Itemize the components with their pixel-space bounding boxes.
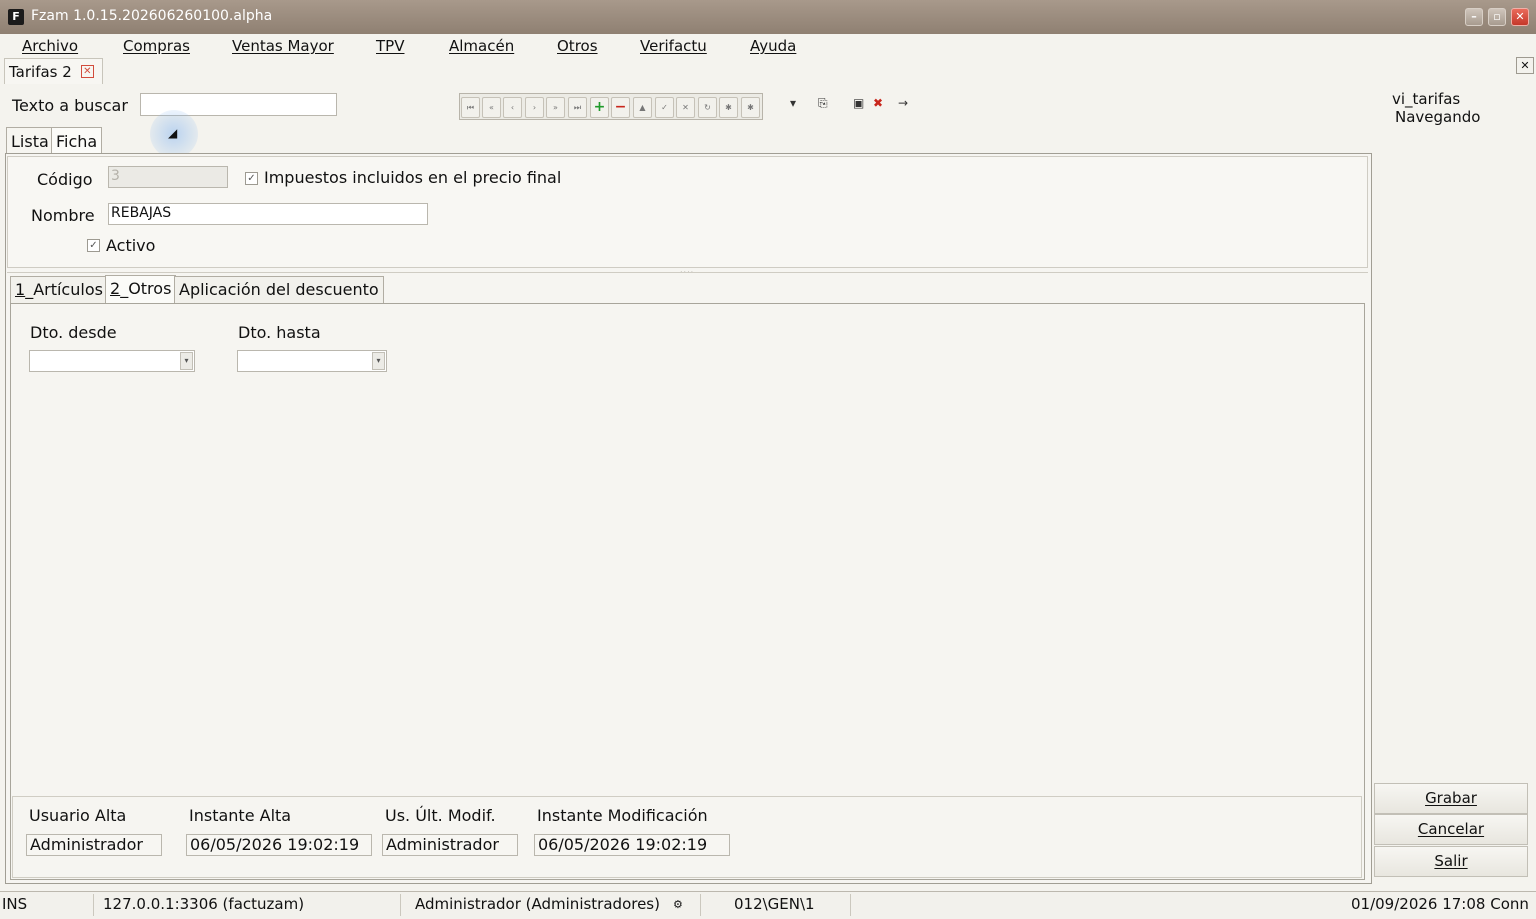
usuario-alta-field: Administrador [26,834,162,856]
nav-next-button[interactable]: › [525,97,544,118]
impuestos-label: Impuestos incluidos en el precio final [264,168,562,187]
nav-post-button[interactable]: ✓ [655,97,674,118]
menu-ayuda[interactable]: Ayuda [750,37,796,55]
app-icon: F [8,9,24,25]
window-title: Fzam 1.0.15.202606260100.alpha [31,8,273,24]
tab-tarifas[interactable]: Tarifas 2 ✕ [4,58,103,84]
grabar-button[interactable]: Grabar [1374,783,1528,814]
nav-last-button[interactable]: ⏭ [568,97,587,118]
activo-label: Activo [106,236,156,255]
dto-desde-select[interactable]: ▾ [29,350,195,372]
cancelar-button[interactable]: Cancelar [1374,814,1528,845]
salir-button[interactable]: Salir [1374,846,1528,877]
nombre-label: Nombre [31,206,95,225]
nav-prev-button[interactable]: ‹ [503,97,522,118]
chevron-down-icon[interactable]: ▾ [372,352,385,370]
view-state: Navegando [1395,108,1481,126]
divider [7,272,1368,273]
dto-desde-label: Dto. desde [30,323,117,342]
dropdown-arrow-icon[interactable]: ▾ [790,96,796,110]
menu-tpv[interactable]: TPV [376,37,404,55]
instante-modif-label: Instante Modificación [537,806,708,825]
menu-verifactu[interactable]: Verifactu [640,37,707,55]
status-user: Administrador (Administradores) [415,895,660,913]
nav-first-button[interactable]: ⏮ [461,97,480,118]
record-navigator: ⏮ « ‹ › » ⏭ + − ▲ ✓ ✕ ↻ ✱ ✱ [459,93,763,120]
title-bar: F Fzam 1.0.15.202606260100.alpha – ▫ ✕ [0,0,1536,34]
nombre-field[interactable]: REBAJAS [108,203,428,225]
tab-articulos-accel: 1 [15,280,26,299]
dto-hasta-label: Dto. hasta [238,323,321,342]
status-datetime: 01/09/2026 17:08 Conn [1351,895,1529,913]
user-settings-icon[interactable]: ⚙ [673,898,683,911]
menu-ventas-mayor[interactable]: Ventas Mayor [232,37,334,55]
status-divider [400,894,401,916]
tab-otros[interactable]: 2_Otros [105,275,177,304]
save-grid-icon[interactable]: ▣ [853,96,864,110]
usuario-alta-label: Usuario Alta [29,806,127,825]
instante-alta-label: Instante Alta [189,806,292,825]
instante-alta-field: 06/05/2026 19:02:19 [186,834,372,856]
us-ult-modif-label: Us. Últ. Modif. [385,806,496,825]
close-tab-icon[interactable]: ✕ [80,65,94,78]
otros-panel [10,303,1365,880]
menu-compras[interactable]: Compras [123,37,190,55]
tab-otros-accel: 2 [110,279,121,298]
nav-delete-button[interactable]: − [611,97,630,118]
delete-grid-icon[interactable]: ✖ [873,96,883,110]
nav-cancel-updates-button[interactable]: ✱ [741,97,760,118]
tab-aplicacion-descuento[interactable]: Aplicación del descuento [174,276,384,303]
close-panel-icon[interactable]: ✕ [1516,57,1534,74]
nav-cancel-button[interactable]: ✕ [676,97,695,118]
tab-articulos-label: _Artículos [25,280,103,299]
menu-bar: Archivo Compras Ventas Mayor TPV Almacén… [0,34,1536,58]
minimize-button[interactable]: – [1465,8,1483,26]
status-divider [850,894,851,916]
status-bar: INS 127.0.0.1:3306 (factuzam) Administra… [0,891,1536,919]
nav-insert-button[interactable]: + [590,97,609,118]
nav-apply-updates-button[interactable]: ✱ [719,97,738,118]
status-path: 012\GEN\1 [734,895,815,913]
nav-refresh-button[interactable]: ↻ [698,97,717,118]
tab-aplicacion-label: Aplicación del descuento [179,280,379,299]
tab-otros-label: _Otros [120,279,172,298]
activo-checkbox[interactable]: ✓ [87,239,100,252]
copy-record-icon[interactable]: ⎘ [818,96,828,111]
tab-articulos[interactable]: 1_Artículos [10,276,108,303]
us-ult-modif-field: Administrador [382,834,518,856]
restore-button[interactable]: ▫ [1488,8,1506,26]
chevron-down-icon[interactable]: ▾ [180,352,193,370]
nav-edit-button[interactable]: ▲ [633,97,652,118]
menu-archivo[interactable]: Archivo [22,37,78,55]
view-name: vi_tarifas [1392,90,1461,108]
tab-tarifas-label: Tarifas 2 [9,63,72,81]
status-divider [93,894,94,916]
menu-otros[interactable]: Otros [557,37,598,55]
arrow-right-icon[interactable]: → [898,96,908,110]
dto-hasta-select[interactable]: ▾ [237,350,387,372]
nav-prev-page-button[interactable]: « [482,97,501,118]
search-label: Texto a buscar [12,96,128,115]
tab-lista[interactable]: Lista [6,127,54,154]
instante-modif-field: 06/05/2026 19:02:19 [534,834,730,856]
close-window-button[interactable]: ✕ [1511,8,1529,26]
status-divider [700,894,701,916]
status-mode: INS [2,895,28,913]
impuestos-checkbox[interactable]: ✓ [245,172,258,185]
mouse-cursor-icon: ◢ [168,126,178,140]
nav-next-page-button[interactable]: » [546,97,565,118]
codigo-field: 3 [108,166,228,188]
codigo-label: Código [37,170,93,189]
tab-ficha[interactable]: Ficha [51,127,103,154]
status-connection: 127.0.0.1:3306 (factuzam) [103,895,305,913]
menu-almacen[interactable]: Almacén [449,37,514,55]
